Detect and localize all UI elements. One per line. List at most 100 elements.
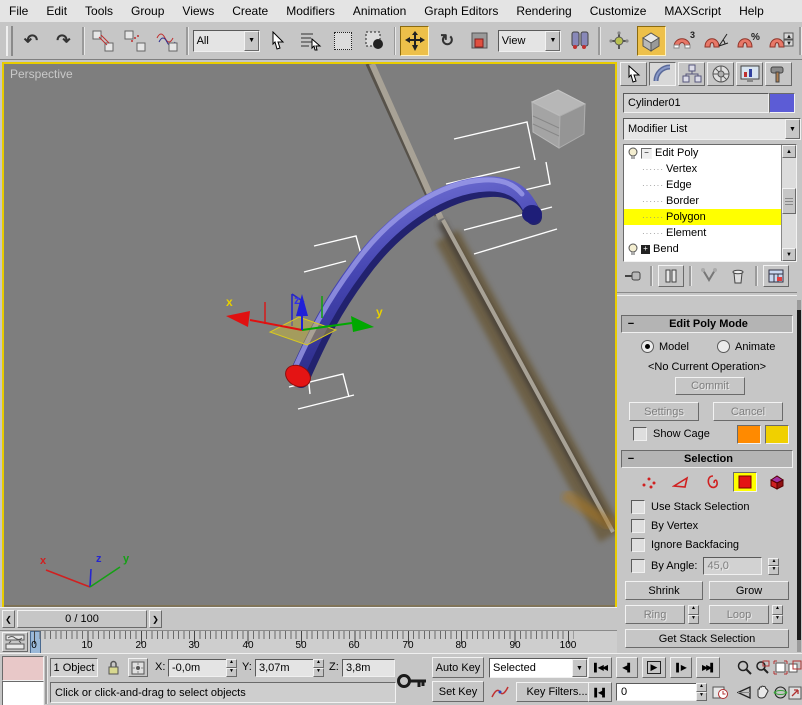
menu-views[interactable]: Views <box>173 0 223 22</box>
snaps-toggle-button[interactable] <box>637 26 666 56</box>
window-crossing-button[interactable] <box>361 26 389 56</box>
perspective-viewport[interactable]: x y z x z y Perspective <box>2 62 617 609</box>
maxscript-listener-macro[interactable] <box>2 656 44 681</box>
border-subobject-button[interactable] <box>701 472 725 492</box>
stack-item-edge[interactable]: ······Edge <box>624 177 781 193</box>
time-slider-handle[interactable]: 0 / 100 <box>17 610 147 628</box>
x-coord-spinner[interactable]: ▲▼ <box>226 659 237 677</box>
menu-modifiers[interactable]: Modifiers <box>277 0 344 22</box>
tab-create[interactable] <box>620 62 647 86</box>
track-ruler[interactable]: 0 10 20 30 40 50 60 70 80 90 100 <box>28 631 612 653</box>
gizmo-x-arrow[interactable] <box>226 311 250 327</box>
get-stack-selection-button[interactable]: Get Stack Selection <box>625 629 789 648</box>
stack-item-vertex[interactable]: ······Vertex <box>624 161 781 177</box>
loop-spinner[interactable]: ▲▼ <box>772 605 783 624</box>
pan-button[interactable] <box>754 682 770 703</box>
loop-button[interactable]: Loop <box>709 605 769 624</box>
lightbulb-icon[interactable] <box>627 147 639 160</box>
previous-frame-button[interactable]: ◀▌ <box>616 657 638 678</box>
select-and-manipulate-button[interactable] <box>605 26 633 56</box>
selection-filter-dropdown[interactable]: All ▼ <box>193 30 260 52</box>
move-gizmo[interactable]: x y z <box>226 293 383 345</box>
tab-display[interactable] <box>736 62 763 86</box>
absolute-offset-toggle[interactable] <box>128 658 148 677</box>
tab-hierarchy[interactable] <box>678 62 705 86</box>
tab-modify[interactable] <box>649 62 676 86</box>
y-coord-input[interactable] <box>255 659 314 677</box>
key-filters-button[interactable]: Key Filters... <box>516 682 598 702</box>
by-angle-input[interactable] <box>703 557 762 575</box>
redo-button[interactable]: ↷ <box>49 26 77 56</box>
arc-rotate-button[interactable] <box>772 682 788 703</box>
checkbox-icon[interactable] <box>631 519 645 533</box>
percent-snap-button[interactable]: % <box>734 26 762 56</box>
panel-scrollbar[interactable] <box>797 300 801 652</box>
element-subobject-button[interactable] <box>765 472 789 492</box>
reference-coordinate-dropdown[interactable]: View ▼ <box>498 30 562 52</box>
spinner-snap-button[interactable]: ▲▼ <box>767 26 795 56</box>
edge-subobject-button[interactable] <box>669 472 693 492</box>
stack-item-edit-poly[interactable]: − Edit Poly <box>624 145 781 161</box>
model-radio[interactable]: Model <box>641 340 689 353</box>
y-coord-spinner[interactable]: ▲▼ <box>313 659 324 677</box>
unlink-button[interactable] <box>121 26 149 56</box>
radio-selected-icon[interactable] <box>641 340 654 353</box>
animate-radio[interactable]: Animate <box>717 340 775 353</box>
use-stack-selection-checkbox[interactable]: Use Stack Selection <box>631 500 749 514</box>
by-angle-checkbox[interactable]: By Angle: ▲▼ <box>631 557 779 575</box>
ghost-cube[interactable] <box>532 90 585 148</box>
stack-scrollbar[interactable]: ▲ ▼ <box>781 145 796 261</box>
default-tangent-button[interactable] <box>489 682 511 702</box>
rectangular-selection-region-button[interactable] <box>329 26 357 56</box>
menu-file[interactable]: File <box>0 0 37 22</box>
make-unique-button[interactable] <box>697 265 721 287</box>
next-frame-slider-button[interactable]: ❯ <box>149 610 162 628</box>
go-to-start-button[interactable]: ▌◀◀ <box>588 657 612 678</box>
previous-frame-slider-button[interactable]: ❮ <box>2 610 15 628</box>
cage-selected-color-swatch[interactable] <box>765 425 789 444</box>
lightbulb-icon[interactable] <box>627 243 639 256</box>
scroll-thumb[interactable] <box>782 188 796 214</box>
zoom-all-button[interactable] <box>754 657 770 678</box>
scroll-track[interactable] <box>782 158 796 248</box>
show-end-result-button[interactable] <box>658 265 684 287</box>
menu-tools[interactable]: Tools <box>76 0 122 22</box>
select-and-scale-button[interactable] <box>465 26 493 56</box>
dropdown-arrow-icon[interactable]: ▼ <box>244 31 259 51</box>
stack-item-polygon-selected[interactable]: ······Polygon <box>624 209 781 225</box>
dropdown-arrow-icon[interactable]: ▼ <box>785 119 800 139</box>
menu-graph-editors[interactable]: Graph Editors <box>415 0 507 22</box>
cancel-button[interactable]: Cancel <box>713 402 783 421</box>
select-and-move-button[interactable] <box>400 26 429 56</box>
stack-item-border[interactable]: ······Border <box>624 193 781 209</box>
field-of-view-button[interactable] <box>736 682 752 703</box>
configure-modifier-sets-button[interactable] <box>763 265 789 287</box>
select-by-name-button[interactable] <box>296 26 324 56</box>
settings-button[interactable]: Settings <box>629 402 699 421</box>
ignore-backfacing-checkbox[interactable]: Ignore Backfacing <box>631 538 739 552</box>
cage-color-swatch[interactable] <box>737 425 761 444</box>
key-mode-toggle[interactable]: ▌◀▌ <box>588 682 612 702</box>
play-button[interactable]: ▶ <box>642 657 666 678</box>
scroll-up-button[interactable]: ▲ <box>782 145 796 158</box>
expand-icon[interactable]: + <box>641 245 650 254</box>
undo-button[interactable]: ↶ <box>17 26 45 56</box>
set-key-button[interactable]: Set Key <box>432 681 484 702</box>
grow-button[interactable]: Grow <box>709 581 789 600</box>
ring-button[interactable]: Ring <box>625 605 685 624</box>
gizmo-y-arrow[interactable] <box>351 316 374 332</box>
object-name-field[interactable]: Cylinder01 <box>623 93 769 113</box>
go-to-end-button[interactable]: ▶▶▌ <box>696 657 720 678</box>
selection-rollout-header[interactable]: − Selection <box>621 450 793 468</box>
frame-spinner[interactable]: ▲▼ <box>696 683 707 701</box>
maximize-viewport-toggle[interactable] <box>788 682 802 703</box>
modifier-list-dropdown[interactable]: Modifier List ▼ <box>623 118 801 140</box>
next-frame-button[interactable]: ▌▶ <box>670 657 692 678</box>
z-coord-input[interactable] <box>342 659 395 677</box>
menu-animation[interactable]: Animation <box>344 0 415 22</box>
menu-group[interactable]: Group <box>122 0 173 22</box>
select-and-rotate-button[interactable]: ↻ <box>433 26 461 56</box>
commit-button[interactable]: Commit <box>675 377 745 395</box>
collapse-icon[interactable]: − <box>641 148 652 159</box>
scroll-down-button[interactable]: ▼ <box>782 248 796 261</box>
